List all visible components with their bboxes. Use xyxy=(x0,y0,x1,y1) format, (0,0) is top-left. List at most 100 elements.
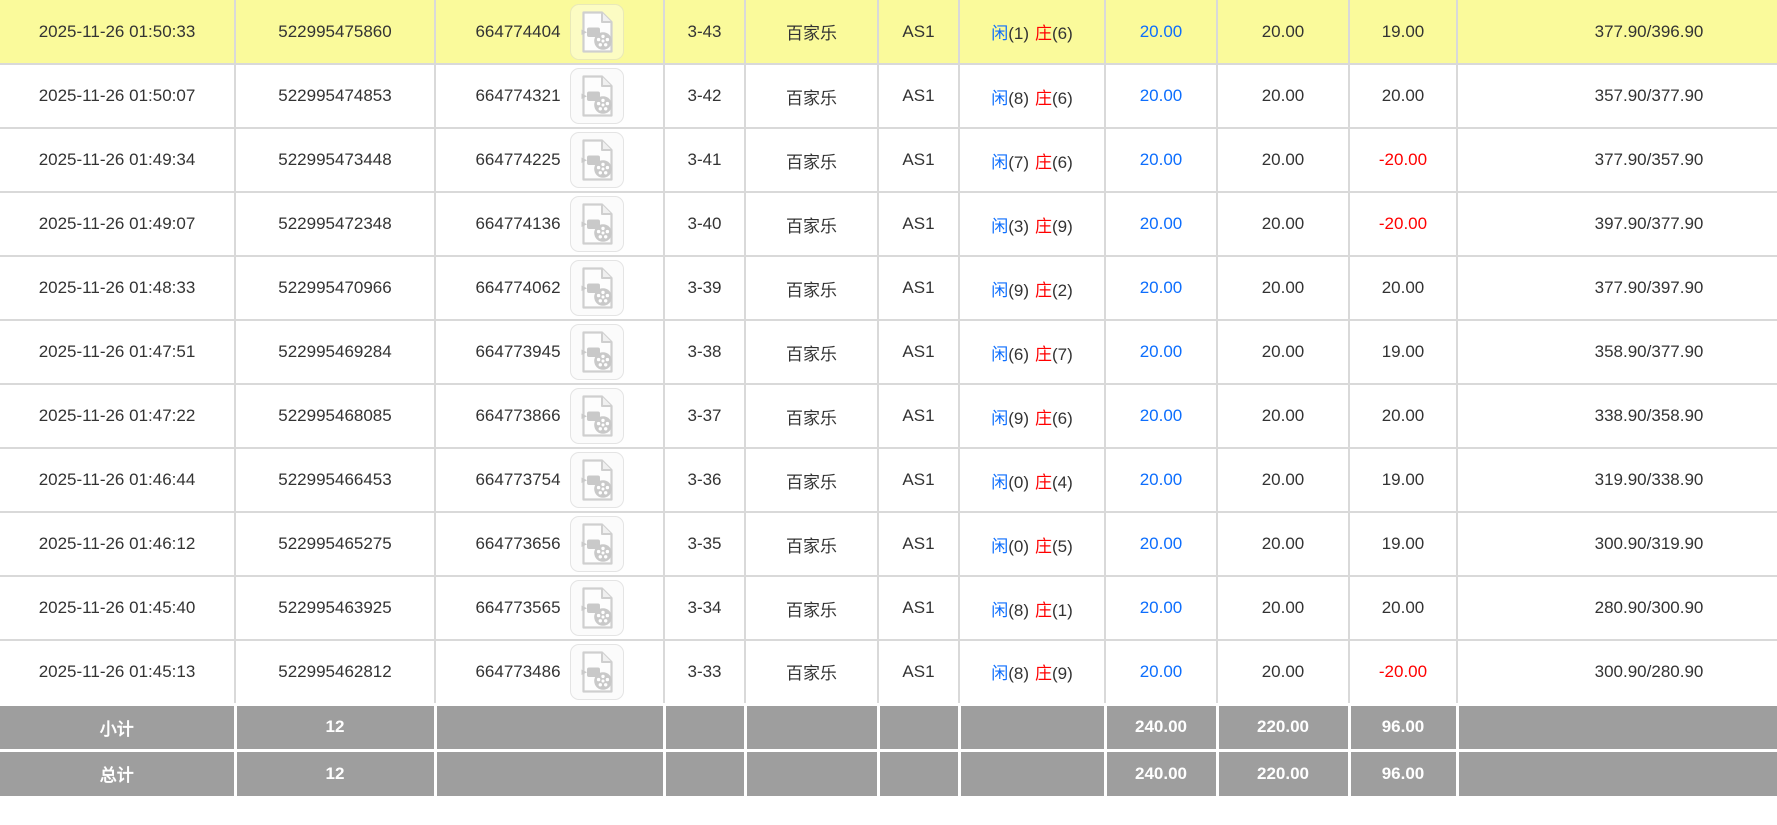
game-name-cell: 百家乐 xyxy=(745,256,878,320)
order-no-cell: 522995473448 xyxy=(235,128,435,192)
footer-empty-cell xyxy=(435,750,664,796)
table-name-cell: AS1 xyxy=(878,448,959,512)
game-no-cell: 664773565 xyxy=(435,576,664,640)
round-cell: 3-42 xyxy=(664,64,745,128)
film-document-icon xyxy=(579,267,615,309)
table-row[interactable]: 2025-11-26 01:50:07522995474853664774321… xyxy=(0,64,1777,128)
bet-time-cell: 2025-11-26 01:45:40 xyxy=(0,576,235,640)
bet-time-cell: 2025-11-26 01:47:51 xyxy=(0,320,235,384)
game-no-value: 664773754 xyxy=(475,470,560,490)
video-replay-button[interactable] xyxy=(570,516,624,572)
game-no-cell: 664773945 xyxy=(435,320,664,384)
footer-empty-cell xyxy=(959,750,1105,796)
video-replay-button[interactable] xyxy=(570,132,624,188)
table-name-cell: AS1 xyxy=(878,512,959,576)
game-no-wrap: 664773565 xyxy=(436,580,663,636)
table-name-cell: AS1 xyxy=(878,0,959,64)
table-name-cell: AS1 xyxy=(878,256,959,320)
film-document-icon xyxy=(579,523,615,565)
footer-empty-cell xyxy=(664,704,745,750)
table-row[interactable]: 2025-11-26 01:45:40522995463925664773565… xyxy=(0,576,1777,640)
footer-empty-cell xyxy=(959,704,1105,750)
video-replay-button[interactable] xyxy=(570,452,624,508)
valid-amount-cell: 20.00 xyxy=(1217,640,1349,704)
bet-time-cell: 2025-11-26 01:50:07 xyxy=(0,64,235,128)
footer-bet-total-cell: 240.00 xyxy=(1105,750,1217,796)
bet-amount-cell: 20.00 xyxy=(1105,256,1217,320)
result-cell: 闲(7)庄(6) xyxy=(959,128,1105,192)
table-row[interactable]: 2025-11-26 01:47:22522995468085664773866… xyxy=(0,384,1777,448)
bet-amount-link[interactable]: 20.00 xyxy=(1140,406,1183,425)
game-no-value: 664774136 xyxy=(475,214,560,234)
game-name-cell: 百家乐 xyxy=(745,192,878,256)
game-no-wrap: 664774321 xyxy=(436,68,663,124)
banker-result-label: 庄 xyxy=(1035,217,1052,236)
banker-result-label: 庄 xyxy=(1035,153,1052,172)
bet-amount-link[interactable]: 20.00 xyxy=(1140,150,1183,169)
table-row[interactable]: 2025-11-26 01:46:44522995466453664773754… xyxy=(0,448,1777,512)
player-result-points: (8) xyxy=(1008,601,1029,620)
game-no-value: 664774225 xyxy=(475,150,560,170)
table-row[interactable]: 2025-11-26 01:50:33522995475860664774404… xyxy=(0,0,1777,64)
video-replay-button[interactable] xyxy=(570,260,624,316)
footer-empty-cell xyxy=(878,750,959,796)
player-result-points: (0) xyxy=(1008,473,1029,492)
bet-amount-link[interactable]: 20.00 xyxy=(1140,342,1183,361)
film-document-icon xyxy=(579,459,615,501)
bet-amount-link[interactable]: 20.00 xyxy=(1140,86,1183,105)
video-replay-button[interactable] xyxy=(570,324,624,380)
table-name-cell: AS1 xyxy=(878,64,959,128)
result-cell: 闲(3)庄(9) xyxy=(959,192,1105,256)
table-row[interactable]: 2025-11-26 01:46:12522995465275664773656… xyxy=(0,512,1777,576)
balance-cell: 280.90/300.90 xyxy=(1457,576,1777,640)
table-row[interactable]: 2025-11-26 01:47:51522995469284 664773945… xyxy=(0,320,1777,384)
total-row: 总计12240.00220.0096.00 xyxy=(0,750,1777,796)
valid-amount-cell: 20.00 xyxy=(1217,320,1349,384)
bet-amount-link[interactable]: 20.00 xyxy=(1140,598,1183,617)
bet-amount-cell: 20.00 xyxy=(1105,64,1217,128)
player-result-points: (0) xyxy=(1008,537,1029,556)
valid-amount-cell: 20.00 xyxy=(1217,0,1349,64)
bet-amount-link[interactable]: 20.00 xyxy=(1140,214,1183,233)
video-replay-button[interactable] xyxy=(570,388,624,444)
table-name-cell: AS1 xyxy=(878,320,959,384)
game-no-cell: 664774404 xyxy=(435,0,664,64)
bet-amount-cell: 20.00 xyxy=(1105,384,1217,448)
game-no-value: 664773945 xyxy=(475,342,560,362)
table-row[interactable]: 2025-11-26 01:49:34522995473448664774225… xyxy=(0,128,1777,192)
player-result-points: (8) xyxy=(1008,664,1029,683)
bet-amount-link[interactable]: 20.00 xyxy=(1140,278,1183,297)
video-replay-button[interactable] xyxy=(570,580,624,636)
result-cell: 闲(9)庄(6) xyxy=(959,384,1105,448)
balance-cell: 300.90/319.90 xyxy=(1457,512,1777,576)
bet-amount-link[interactable]: 20.00 xyxy=(1140,470,1183,489)
video-replay-button[interactable] xyxy=(570,4,624,60)
bet-amount-link[interactable]: 20.00 xyxy=(1140,22,1183,41)
game-no-value: 664774321 xyxy=(475,86,560,106)
game-no-wrap: 664774062 xyxy=(436,260,663,316)
footer-empty-cell xyxy=(745,704,878,750)
video-replay-button[interactable] xyxy=(570,644,624,700)
table-row[interactable]: 2025-11-26 01:49:07522995472348664774136… xyxy=(0,192,1777,256)
win-loss-cell: -20.00 xyxy=(1349,128,1457,192)
game-name-cell: 百家乐 xyxy=(745,576,878,640)
game-name-cell: 百家乐 xyxy=(745,512,878,576)
footer-empty-cell xyxy=(745,750,878,796)
table-row[interactable]: 2025-11-26 01:48:33522995470966664774062… xyxy=(0,256,1777,320)
game-no-value: 664773656 xyxy=(475,534,560,554)
video-replay-button[interactable] xyxy=(570,68,624,124)
order-no-cell: 522995469284 xyxy=(235,320,435,384)
round-cell: 3-37 xyxy=(664,384,745,448)
bet-amount-cell: 20.00 xyxy=(1105,512,1217,576)
bet-amount-link[interactable]: 20.00 xyxy=(1140,662,1183,681)
player-result-label: 闲 xyxy=(991,281,1008,300)
game-no-wrap: 664773866 xyxy=(436,388,663,444)
table-row[interactable]: 2025-11-26 01:45:13522995462812664773486… xyxy=(0,640,1777,704)
win-loss-cell: 20.00 xyxy=(1349,256,1457,320)
video-replay-button[interactable] xyxy=(570,196,624,252)
player-result-points: (6) xyxy=(1008,345,1029,364)
game-no-value: 664774062 xyxy=(475,278,560,298)
result-cell: 闲(9)庄(2) xyxy=(959,256,1105,320)
banker-result-label: 庄 xyxy=(1035,601,1052,620)
bet-amount-link[interactable]: 20.00 xyxy=(1140,534,1183,553)
